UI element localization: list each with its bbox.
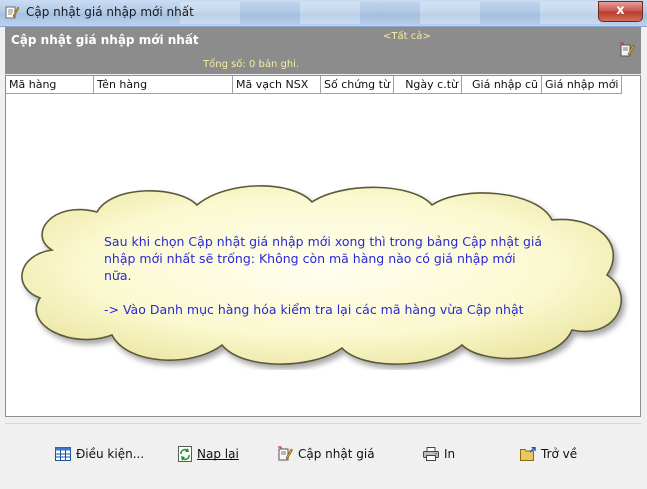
column-header[interactable]: Ngày c.từ: [394, 76, 462, 93]
bottom-toolbar: Điều kiện... Nạp lại Cập nhật giá In Trở…: [5, 423, 641, 484]
reload-label: Nạp lại: [197, 447, 239, 461]
refresh-icon: [178, 446, 192, 462]
panel-title: Cập nhật giá nhập mới nhất: [11, 33, 199, 47]
callout-text: Sau khi chọn Cập nhật giá nhập mới xong …: [104, 233, 544, 318]
pencil-note-icon: [5, 6, 19, 19]
back-button[interactable]: Trở về: [520, 444, 577, 464]
filter-selector[interactable]: <Tất cả>: [383, 31, 431, 42]
print-button[interactable]: In: [423, 444, 455, 464]
printer-icon: [423, 447, 439, 461]
edit-note-icon: [278, 446, 293, 461]
update-price-label: Cập nhật giá: [298, 447, 375, 461]
header-panel: Cập nhật giá nhập mới nhất <Tất cả> Tổng…: [5, 27, 641, 74]
reload-button[interactable]: Nạp lại: [178, 444, 239, 464]
callout-line-1: Sau khi chọn Cập nhật giá nhập mới xong …: [104, 234, 543, 283]
record-count: Tổng số: 0 bản ghi.: [203, 59, 300, 70]
column-header[interactable]: Mã hàng: [6, 76, 94, 93]
folder-back-icon: [520, 447, 536, 461]
column-header[interactable]: Giá nhập mới: [542, 76, 622, 93]
column-header[interactable]: Mã vạch NSX: [233, 76, 321, 93]
close-button[interactable]: x: [598, 1, 643, 22]
column-header[interactable]: Giá nhập cũ: [462, 76, 542, 93]
edit-note-icon[interactable]: [619, 42, 635, 58]
grid-header: Mã hàng Tên hàng Mã vạch NSX Số chứng từ…: [6, 76, 622, 94]
conditions-button[interactable]: Điều kiện...: [55, 444, 144, 464]
background-window-ghost: [180, 2, 600, 24]
update-price-button[interactable]: Cập nhật giá: [277, 444, 375, 464]
callout-line-2: -> Vào Danh mục hàng hóa kiểm tra lại cá…: [104, 302, 524, 317]
print-label: In: [444, 447, 456, 461]
window-title: Cập nhật giá nhập mới nhất: [26, 5, 194, 19]
conditions-label: Điều kiện...: [76, 447, 145, 461]
back-label: Trở về: [541, 447, 578, 461]
column-header[interactable]: Số chứng từ: [321, 76, 394, 93]
column-header[interactable]: Tên hàng: [94, 76, 233, 93]
table-grid-icon: [55, 447, 71, 461]
title-bar[interactable]: Cập nhật giá nhập mới nhất x: [0, 0, 647, 27]
